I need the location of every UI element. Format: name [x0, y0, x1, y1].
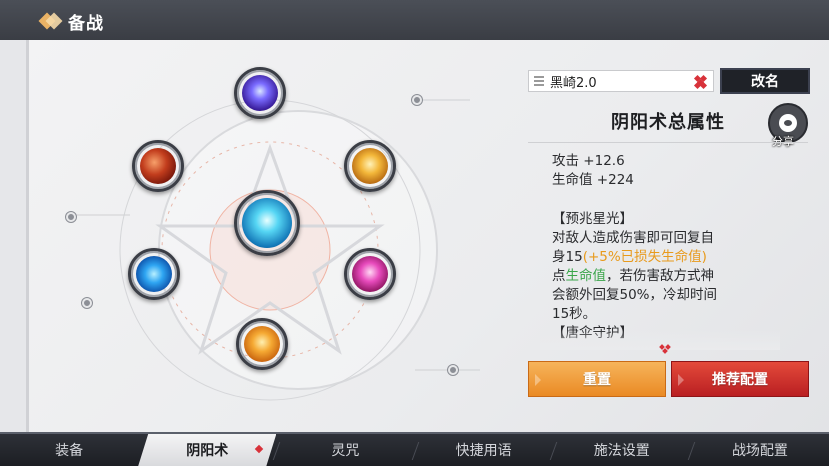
- desc-text: ，若伤害敌方式神: [606, 268, 714, 284]
- desc-line: 15秒。: [552, 306, 597, 322]
- stat-hp: 生命值 +224: [552, 172, 634, 188]
- list-icon: [534, 76, 544, 86]
- tab-cast-settings[interactable]: 施法设置: [553, 434, 691, 466]
- edit-deco-icon: [693, 74, 708, 90]
- node-right-bottom: [448, 365, 458, 375]
- desc-highlight: (+5%已损失生命值): [582, 249, 707, 265]
- spell-slot-center[interactable]: [234, 190, 300, 256]
- share-label: 分享: [772, 135, 794, 148]
- recommend-label: 推荐配置: [712, 372, 768, 388]
- spell-slot-bottom[interactable]: [236, 318, 288, 370]
- page-title: 备战: [68, 14, 104, 34]
- stats-list: 攻击 +12.6 生命值 +224: [552, 152, 762, 190]
- bottom-tab-bar: 装备 阴阳术 灵咒 快捷用语 施法设置 战场配置: [0, 432, 829, 466]
- tab-onmyoji-spells[interactable]: 阴阳术: [138, 434, 276, 466]
- divider: [528, 142, 808, 143]
- skill-description: 【预兆星光】 对敌人造成伤害即可回复自 身15(+5%已损失生命值) 点生命值，…: [552, 210, 762, 342]
- node-right-top: [412, 95, 422, 105]
- tab-battle-config[interactable]: 战场配置: [691, 434, 829, 466]
- back-diamond-icon[interactable]: [38, 10, 63, 32]
- blue-lightning-spell-icon: [136, 256, 172, 292]
- gold-swirl-spell-icon: [352, 148, 388, 184]
- red-flame-spell-icon: [140, 148, 176, 184]
- node-left: [66, 212, 76, 222]
- desc-text: 点: [552, 268, 566, 284]
- spell-slot-upper-right[interactable]: [344, 140, 396, 192]
- spell-slot-upper-left[interactable]: [132, 140, 184, 192]
- desc-line: 身15(+5%已损失生命值): [552, 248, 762, 267]
- purple-barrier-spell-icon: [242, 75, 278, 111]
- reset-button[interactable]: 重置: [528, 361, 666, 397]
- node-left-bottom: [82, 298, 92, 308]
- arrow-icon: [678, 374, 684, 386]
- stat-attack: 攻击 +12.6: [552, 153, 625, 169]
- reset-label: 重置: [583, 372, 611, 388]
- pink-dancer-spell-icon: [352, 256, 388, 292]
- attributes-title: 阴阳术总属性: [611, 112, 725, 133]
- desc-line: 会额外回复50%，冷却时间: [552, 287, 718, 303]
- loadout-name: 黑崎2.0: [550, 75, 597, 91]
- recommend-config-button[interactable]: 推荐配置: [671, 361, 809, 397]
- tab-quick-chat[interactable]: 快捷用语: [415, 434, 553, 466]
- desc-highlight: 生命值: [565, 268, 607, 284]
- desc-line: 点生命值，若伤害敌方式神: [552, 267, 762, 286]
- tab-equipment[interactable]: 装备: [0, 434, 138, 466]
- spell-slot-lower-right[interactable]: [344, 248, 396, 300]
- skill-title: 【预兆星光】: [552, 211, 633, 227]
- arrow-icon: [535, 374, 541, 386]
- desc-text: 身15: [552, 249, 583, 265]
- spell-circle: [60, 60, 480, 420]
- top-bar: 备战: [0, 0, 829, 40]
- rename-button[interactable]: 改名: [720, 68, 810, 94]
- spell-slot-top[interactable]: [234, 67, 286, 119]
- loadout-name-field[interactable]: 黑崎2.0: [528, 70, 714, 92]
- panel-edge: [26, 40, 29, 432]
- orange-leaf-spell-icon: [244, 326, 280, 362]
- desc-line: 对敌人造成伤害即可回复自: [552, 230, 714, 246]
- blue-star-spell-icon: [242, 198, 292, 248]
- spell-slot-lower-left[interactable]: [128, 248, 180, 300]
- scroll-indicator-icon: [659, 344, 674, 355]
- tab-spirit-curse[interactable]: 灵咒: [276, 434, 414, 466]
